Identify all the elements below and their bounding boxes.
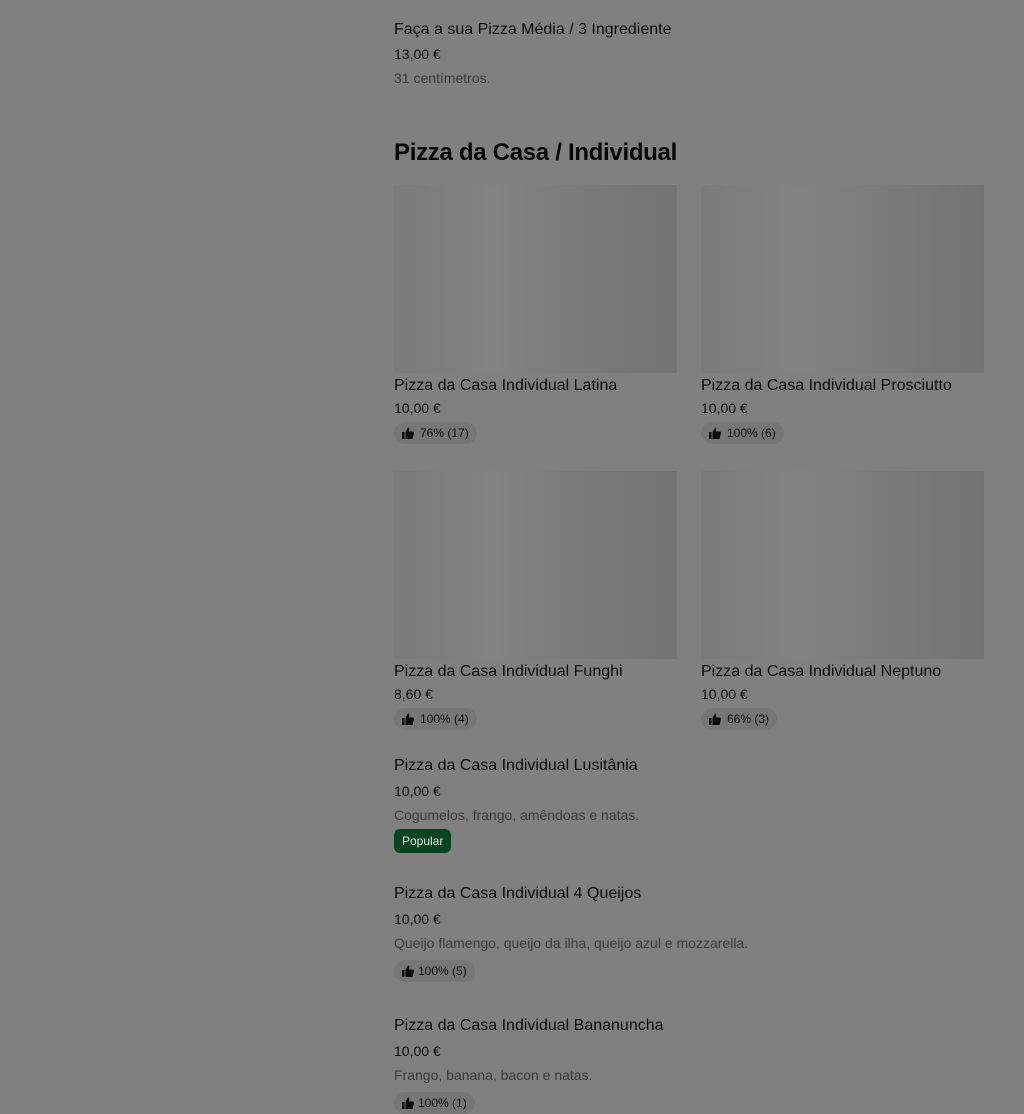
item-image bbox=[701, 185, 984, 373]
thumbs-up-icon bbox=[402, 1097, 414, 1109]
thumbs-up-icon bbox=[402, 713, 414, 725]
rating-badge: 100% (1) bbox=[394, 1092, 475, 1114]
item-title: Faça a sua Pizza Média / 3 Ingrediente bbox=[394, 21, 672, 38]
rating-text: 66% (3) bbox=[727, 712, 770, 726]
item-description: Frango, banana, bacon e natas. bbox=[394, 1067, 593, 1083]
section-title: Pizza da Casa / Individual bbox=[394, 139, 677, 166]
rating-badge: 100% (5) bbox=[394, 960, 475, 982]
item-price: 10,00 € bbox=[701, 400, 748, 416]
item-price: 10,00 € bbox=[394, 1043, 441, 1059]
item-price: 13,00 € bbox=[394, 46, 441, 62]
item-image bbox=[394, 471, 677, 659]
item-image bbox=[394, 185, 677, 373]
menu-card-funghi[interactable]: Pizza da Casa Individual Funghi 8,60 € 1… bbox=[394, 471, 677, 730]
menu-item-top[interactable]: Faça a sua Pizza Média / 3 Ingrediente 1… bbox=[394, 20, 984, 87]
thumbs-up-icon bbox=[709, 713, 721, 725]
thumbs-up-icon bbox=[402, 965, 414, 977]
rating-badge: 100% (6) bbox=[701, 422, 784, 444]
rating-badge: 100% (4) bbox=[394, 708, 477, 730]
rating-text: 100% (6) bbox=[727, 426, 776, 440]
rating-badge: 66% (3) bbox=[701, 708, 778, 730]
item-title: Pizza da Casa Individual 4 Queijos bbox=[394, 885, 642, 902]
rating-text: 100% (1) bbox=[418, 1096, 467, 1110]
thumbs-up-icon bbox=[709, 427, 721, 439]
item-description: Queijo flamengo, queijo da ilha, queijo … bbox=[394, 935, 749, 951]
menu-item-lusitania[interactable]: Pizza da Casa Individual Lusitânia 10,00… bbox=[394, 756, 984, 853]
item-title: Pizza da Casa Individual Prosciutto bbox=[701, 377, 952, 394]
item-price: 8,60 € bbox=[394, 686, 433, 702]
item-title: Pizza da Casa Individual Funghi bbox=[394, 663, 623, 680]
item-title: Pizza da Casa Individual Neptuno bbox=[701, 663, 942, 680]
menu-card-prosciutto[interactable]: Pizza da Casa Individual Prosciutto 10,0… bbox=[701, 185, 984, 444]
item-price: 10,00 € bbox=[394, 783, 441, 799]
rating-text: 100% (5) bbox=[418, 964, 467, 978]
item-description: 31 centímetros. bbox=[394, 70, 491, 86]
item-price: 10,00 € bbox=[394, 911, 441, 927]
item-description: Cogumelos, frango, amêndoas e natas. bbox=[394, 807, 640, 823]
item-image bbox=[701, 471, 984, 659]
rating-text: 100% (4) bbox=[420, 712, 469, 726]
popular-badge: Popular bbox=[394, 829, 452, 853]
item-price: 10,00 € bbox=[394, 400, 441, 416]
item-price: 10,00 € bbox=[701, 686, 748, 702]
item-title: Pizza da Casa Individual Bananuncha bbox=[394, 1017, 664, 1034]
item-title: Pizza da Casa Individual Latina bbox=[394, 377, 618, 394]
menu-card-latina[interactable]: Pizza da Casa Individual Latina 10,00 € … bbox=[394, 185, 677, 444]
menu-card-neptuno[interactable]: Pizza da Casa Individual Neptuno 10,00 €… bbox=[701, 471, 984, 730]
rating-text: 76% (17) bbox=[420, 426, 469, 440]
menu-item-bananuncha[interactable]: Pizza da Casa Individual Bananuncha 10,0… bbox=[394, 1016, 984, 1114]
menu-item-4-queijos[interactable]: Pizza da Casa Individual 4 Queijos 10,00… bbox=[394, 884, 984, 982]
rating-badge: 76% (17) bbox=[394, 422, 477, 444]
item-title: Pizza da Casa Individual Lusitânia bbox=[394, 757, 638, 774]
thumbs-up-icon bbox=[402, 427, 414, 439]
